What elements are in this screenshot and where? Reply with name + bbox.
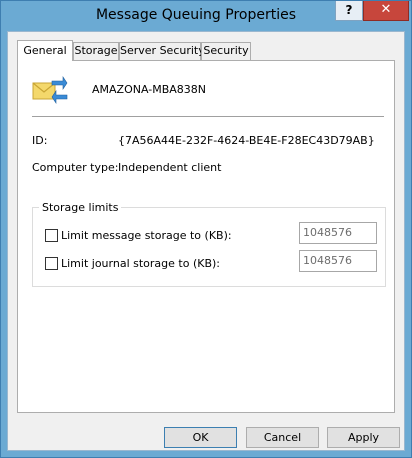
message-queuing-icon	[32, 75, 68, 105]
computer-type-value: Independent client	[118, 161, 222, 174]
general-tab-panel: AMAZONA-MBA838N ID: {7A56A44E-232F-4624-…	[17, 60, 395, 413]
computer-name: AMAZONA-MBA838N	[92, 83, 207, 96]
limit-message-storage-checkbox[interactable]: Limit message storage to (KB):	[45, 228, 245, 244]
help-icon: ?	[345, 3, 353, 17]
id-label: ID:	[32, 134, 48, 147]
journal-storage-limit-input[interactable]: 1048576	[299, 250, 377, 272]
apply-button[interactable]: Apply	[327, 427, 400, 448]
tab-general[interactable]: General	[17, 40, 73, 61]
divider	[32, 116, 384, 117]
tab-security[interactable]: Security	[201, 42, 251, 60]
storage-limits-group: Storage limits Limit message storage to …	[32, 201, 386, 287]
close-icon: ✕	[380, 2, 392, 17]
close-button[interactable]: ✕	[363, 1, 409, 21]
title-bar[interactable]: Message Queuing Properties ? ✕	[1, 1, 411, 31]
message-queuing-properties-window: Message Queuing Properties ? ✕ General S…	[0, 0, 412, 458]
help-button[interactable]: ?	[335, 1, 363, 21]
ok-button[interactable]: OK	[164, 427, 237, 448]
dialog-body: General Storage Server Security Security…	[7, 31, 405, 451]
computer-type-label: Computer type:	[32, 161, 119, 174]
checkbox-box[interactable]	[45, 257, 58, 270]
checkbox-box[interactable]	[45, 229, 58, 242]
limit-journal-storage-checkbox[interactable]: Limit journal storage to (KB):	[45, 256, 245, 272]
cancel-button[interactable]: Cancel	[246, 427, 319, 448]
tab-server-security[interactable]: Server Security	[119, 42, 205, 60]
limit-journal-storage-label[interactable]: Limit journal storage to (KB):	[61, 257, 220, 270]
tab-storage[interactable]: Storage	[73, 42, 119, 60]
message-storage-limit-input[interactable]: 1048576	[299, 222, 377, 244]
id-value[interactable]: {7A56A44E-232F-4624-BE4E-F28EC43D79AB}	[118, 134, 375, 147]
limit-message-storage-label[interactable]: Limit message storage to (KB):	[61, 229, 232, 242]
storage-limits-title: Storage limits	[39, 201, 122, 214]
